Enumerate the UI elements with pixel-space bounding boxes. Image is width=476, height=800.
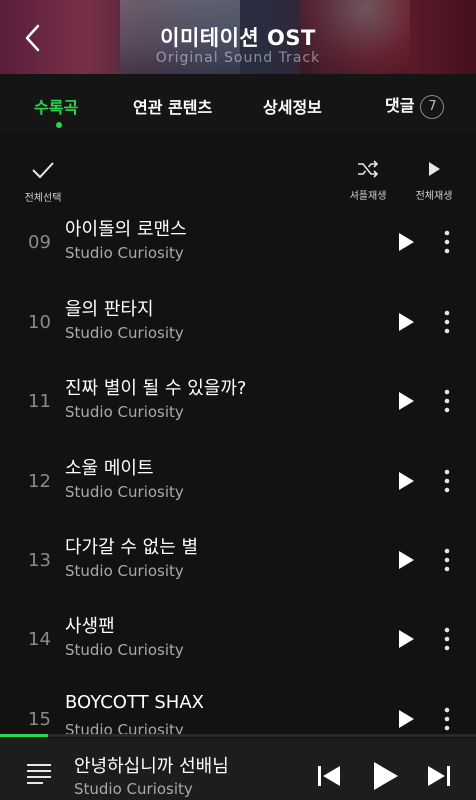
shuffle-label: 셔플재생 xyxy=(349,191,387,202)
tab-details[interactable]: 상세정보 xyxy=(263,94,322,118)
play-icon[interactable] xyxy=(397,709,415,729)
active-tab-indicator xyxy=(56,122,62,128)
more-vertical-icon[interactable] xyxy=(437,546,457,574)
now-playing-artist[interactable]: Studio Curiosity xyxy=(74,780,193,798)
track-title: BOYCOTT SHAX xyxy=(65,692,204,713)
tab-bar: 수록곡 연관 콘텐츠 상세정보 댓글 7 xyxy=(0,74,476,134)
track-artist: Studio Curiosity xyxy=(65,641,184,659)
more-vertical-icon[interactable] xyxy=(437,625,457,653)
track-artist: Studio Curiosity xyxy=(65,721,184,734)
track-title: 다가갈 수 없는 별 xyxy=(65,537,199,558)
track-row[interactable]: 14 사생팬 Studio Curiosity xyxy=(0,598,476,677)
check-icon xyxy=(32,162,54,179)
tab-related-content[interactable]: 연관 콘텐츠 xyxy=(133,94,212,118)
track-artist: Studio Curiosity xyxy=(65,483,184,501)
track-artist: Studio Curiosity xyxy=(65,324,184,342)
play-icon[interactable] xyxy=(397,550,415,570)
action-row: 전체선택 셔플재생 전체재생 xyxy=(0,134,476,206)
track-row[interactable]: 09 아이돌의 로맨스 Studio Curiosity xyxy=(0,201,476,280)
play-icon[interactable] xyxy=(397,471,415,491)
tab-comments-label: 댓글 xyxy=(385,96,415,115)
more-vertical-icon[interactable] xyxy=(437,308,457,336)
play-icon[interactable] xyxy=(397,232,415,252)
play-icon xyxy=(429,162,440,176)
previous-icon[interactable] xyxy=(316,764,342,788)
track-row[interactable]: 12 소울 메이트 Studio Curiosity xyxy=(0,440,476,519)
page-title: 이미테이션 OST xyxy=(160,26,316,50)
play-all-button[interactable]: 전체재생 xyxy=(409,160,459,202)
track-row[interactable]: 13 다가갈 수 없는 별 Studio Curiosity xyxy=(0,519,476,598)
more-vertical-icon[interactable] xyxy=(437,467,457,495)
playback-progress-fill xyxy=(0,734,48,737)
track-title: 진짜 별이 될 수 있을까? xyxy=(65,378,247,399)
comment-count-badge: 7 xyxy=(420,94,445,119)
track-title: 아이돌의 로맨스 xyxy=(65,219,187,240)
track-row[interactable]: 11 진짜 별이 될 수 있을까? Studio Curiosity xyxy=(0,360,476,439)
shuffle-icon xyxy=(358,160,379,178)
track-number: 11 xyxy=(28,391,51,412)
play-icon[interactable] xyxy=(370,760,400,792)
play-all-label: 전체재생 xyxy=(415,191,453,202)
play-icon[interactable] xyxy=(397,629,415,649)
track-number: 14 xyxy=(28,629,51,650)
more-vertical-icon[interactable] xyxy=(437,705,457,733)
track-number: 10 xyxy=(28,312,51,333)
track-title: 소울 메이트 xyxy=(65,458,154,479)
playback-progress-track[interactable] xyxy=(0,734,476,737)
shuffle-button[interactable]: 셔플재생 xyxy=(343,160,393,202)
track-number: 12 xyxy=(28,471,51,492)
track-artist: Studio Curiosity xyxy=(65,562,184,580)
track-artist: Studio Curiosity xyxy=(65,244,184,262)
track-row[interactable]: 10 을의 판타지 Studio Curiosity xyxy=(0,281,476,360)
more-vertical-icon[interactable] xyxy=(437,387,457,415)
track-title: 사생팬 xyxy=(65,616,115,637)
page-subtitle: Original Sound Track xyxy=(155,50,321,66)
select-all-button[interactable]: 전체선택 xyxy=(18,160,68,204)
track-number: 13 xyxy=(28,550,51,571)
track-row[interactable]: 15 BOYCOTT SHAX Studio Curiosity xyxy=(0,678,476,734)
mini-player: 안녕하십니까 선배님 Studio Curiosity xyxy=(0,738,476,800)
track-title: 을의 판타지 xyxy=(65,299,154,320)
play-icon[interactable] xyxy=(397,312,415,332)
track-number: 09 xyxy=(28,232,51,253)
tab-tracklist[interactable]: 수록곡 xyxy=(34,94,78,118)
now-playing-title[interactable]: 안녕하십니까 선배님 xyxy=(74,752,229,778)
track-number: 15 xyxy=(28,709,51,730)
next-icon[interactable] xyxy=(426,764,452,788)
playlist-icon[interactable] xyxy=(26,762,52,786)
more-vertical-icon[interactable] xyxy=(437,228,457,256)
track-artist: Studio Curiosity xyxy=(65,403,184,421)
play-icon[interactable] xyxy=(397,391,415,411)
tab-comments[interactable]: 댓글 7 xyxy=(385,92,445,119)
